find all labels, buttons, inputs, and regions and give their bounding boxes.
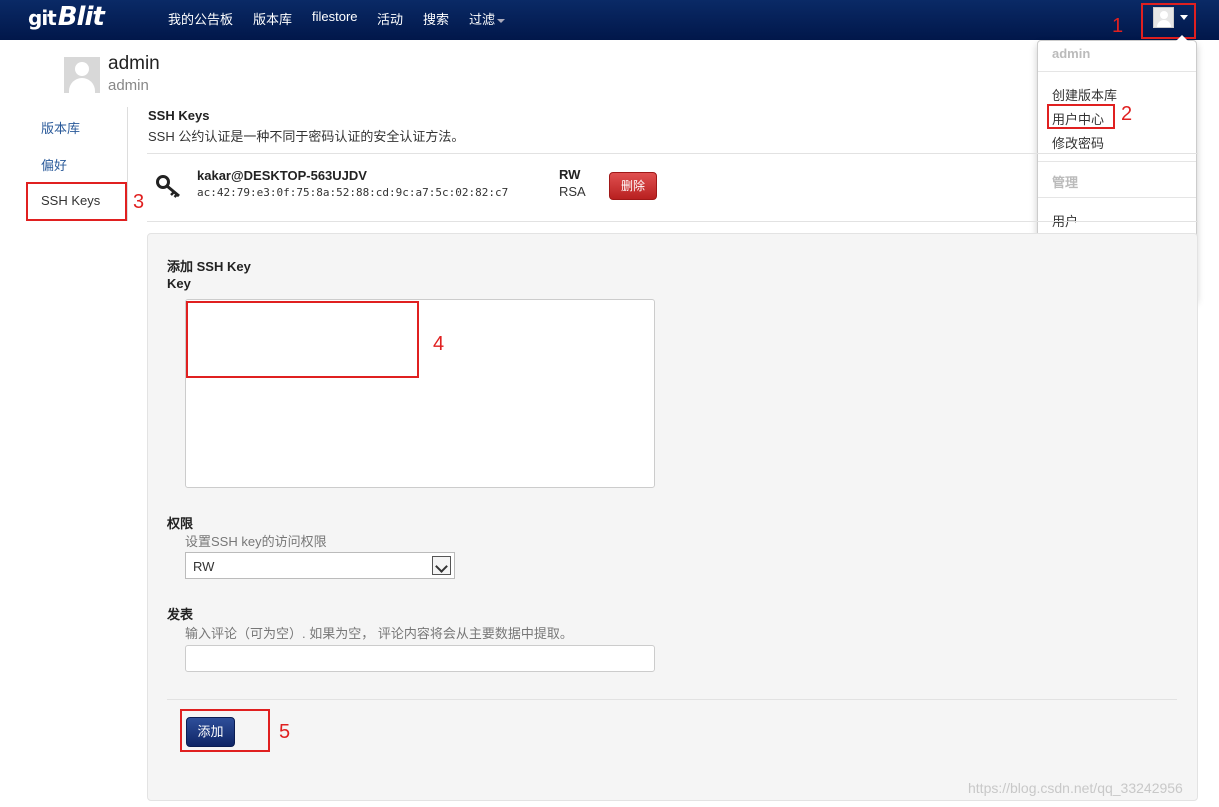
annotation-number-2: 2 (1121, 103, 1133, 125)
ssh-keys-description: SSH 公约认证是一种不同于密码认证的安全认证方法。 (148, 129, 465, 144)
form-divider (167, 699, 1177, 700)
nav-filestore[interactable]: filestore (312, 9, 358, 24)
annotation-number-5: 5 (279, 721, 291, 743)
logo-prefix: git (28, 6, 57, 30)
avatar (64, 57, 100, 93)
dropdown-divider (1038, 71, 1196, 72)
top-navbar: gitBlit 我的公告板 版本库 filestore 活动 搜索 过滤 (0, 0, 1219, 40)
annotation-number-4: 4 (433, 333, 445, 355)
permission-selected-value: RW (193, 559, 215, 574)
comment-label: 发表 (167, 607, 194, 622)
permission-select[interactable]: RW (185, 552, 455, 579)
menu-item-change-password[interactable]: 修改密码 (1052, 133, 1104, 152)
annotation-number-3: 3 (133, 191, 145, 213)
dropdown-divider (1038, 197, 1196, 198)
annotation-box-2 (1047, 104, 1115, 129)
comment-help: 输入评论（可为空）. 如果为空， 评论内容将会从主要数据中提取。 (185, 626, 573, 641)
chevron-down-icon (497, 18, 506, 23)
ssh-key-fingerprint: ac:42:79:e3:0f:75:8a:52:88:cd:9c:a7:5c:0… (197, 186, 509, 199)
nav-dashboard[interactable]: 我的公告板 (168, 9, 233, 28)
divider (147, 221, 1198, 222)
permission-label: 权限 (167, 516, 194, 531)
chevron-down-icon (432, 556, 451, 575)
nav-activity[interactable]: 活动 (377, 9, 403, 28)
annotation-number-1: 1 (1112, 15, 1124, 37)
ssh-key-type: RSA (559, 184, 586, 199)
add-key-title: 添加 SSH Key (167, 259, 251, 274)
nav-search[interactable]: 搜索 (423, 9, 449, 28)
logo-text: Blit (57, 2, 105, 32)
nav-repositories[interactable]: 版本库 (253, 9, 292, 28)
annotation-box-4 (186, 301, 419, 378)
annotation-box-5 (180, 709, 270, 752)
annotation-box-3 (26, 182, 127, 221)
ssh-key-name: kakar@DESKTOP-563UJDV (197, 168, 367, 183)
sidebar-item-repositories[interactable]: 版本库 (41, 118, 80, 137)
divider (147, 153, 1198, 154)
nav-filter-label: 过滤 (469, 12, 496, 27)
annotation-box-1 (1141, 3, 1196, 39)
dropdown-divider (1038, 161, 1196, 162)
permission-help: 设置SSH key的访问权限 (185, 534, 327, 549)
menu-item-create-repo[interactable]: 创建版本库 (1052, 85, 1117, 104)
gitblit-logo[interactable]: gitBlit (28, 2, 105, 32)
nav-filter[interactable]: 过滤 (469, 9, 506, 28)
key-field-label: Key (167, 276, 191, 291)
watermark: https://blog.csdn.net/qq_33242956 (968, 780, 1183, 796)
dropdown-header-user: admin (1052, 46, 1091, 61)
delete-key-button[interactable]: 删除 (609, 172, 657, 200)
dropdown-header-admin: 管理 (1052, 175, 1079, 190)
ssh-key-permission: RW (559, 167, 581, 182)
sidebar-item-preferences[interactable]: 偏好 (41, 155, 67, 174)
profile-display-name: admin (108, 53, 160, 74)
profile-username: admin (108, 77, 149, 94)
sidebar-divider (127, 107, 128, 221)
key-icon (156, 174, 182, 201)
comment-input[interactable] (185, 645, 655, 672)
ssh-keys-title: SSH Keys (148, 108, 210, 123)
